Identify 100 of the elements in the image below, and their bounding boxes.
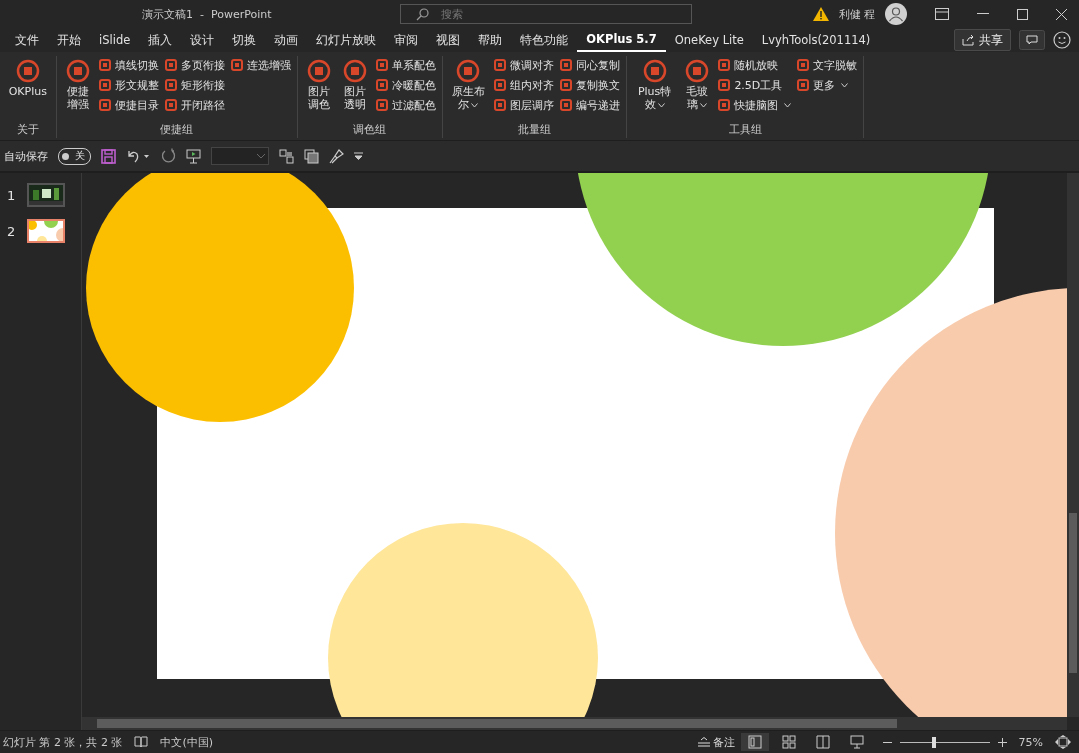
maximize-icon[interactable]: [1017, 8, 1028, 20]
group-icon[interactable]: [279, 148, 294, 164]
autosave-toggle[interactable]: 关: [58, 147, 91, 165]
group-label: 批量组: [516, 122, 552, 138]
ribbon-button[interactable]: 便捷增强: [62, 56, 93, 122]
horizontal-scrollbar[interactable]: [82, 717, 1067, 730]
view-icon[interactable]: [740, 733, 769, 751]
ribbon-button[interactable]: 图片调色: [303, 56, 334, 122]
ribbon-button[interactable]: 过滤配色: [375, 96, 436, 114]
zoom-in-icon[interactable]: [997, 737, 1007, 747]
ribbon-tab[interactable]: 设计: [181, 28, 224, 52]
ring-icon: [14, 58, 41, 84]
search-field[interactable]: 搜索: [400, 4, 692, 24]
notes-icon: [697, 737, 710, 747]
group-label: 便捷组: [159, 122, 195, 138]
square-icon: [493, 99, 506, 111]
ring-icon: [641, 58, 668, 84]
save-icon[interactable]: [101, 148, 116, 164]
ribbon-button[interactable]: 文字脱敏: [797, 56, 858, 74]
comment-icon[interactable]: [1019, 30, 1045, 50]
ribbon-button[interactable]: 填线切换: [98, 56, 159, 74]
square-icon: [797, 59, 810, 71]
ribbon-button[interactable]: 原生布尔: [448, 56, 488, 122]
ribbon-tab[interactable]: 特色功能: [511, 28, 578, 52]
ribbon-button[interactable]: Plus特效: [632, 56, 677, 122]
ribbon-button[interactable]: 更多: [797, 76, 858, 94]
square-icon: [718, 79, 731, 91]
ribbon-button[interactable]: OKPlus: [6, 56, 50, 122]
undo-icon[interactable]: [126, 148, 150, 164]
ribbon-button[interactable]: 2.5D工具: [718, 76, 792, 94]
ribbon-tab[interactable]: 幻灯片放映: [307, 28, 386, 52]
square-icon: [493, 59, 506, 71]
notes-button[interactable]: 备注: [697, 734, 735, 750]
ribbon-button[interactable]: 多页衔接: [164, 56, 225, 74]
ring-icon: [341, 58, 368, 84]
group-label: 调色组: [352, 122, 388, 138]
vertical-scrollbar[interactable]: [1067, 173, 1079, 717]
ribbon-button[interactable]: 微调对齐: [493, 56, 554, 74]
share-icon: [962, 34, 975, 46]
ribbon-button[interactable]: 组内对齐: [493, 76, 554, 94]
ribbon-tab[interactable]: 视图: [427, 28, 470, 52]
ribbon-button[interactable]: 图片透明: [339, 56, 370, 122]
ribbon-button[interactable]: 矩形衔接: [164, 76, 225, 94]
slide-number: 2: [7, 223, 16, 239]
group-label: 关于: [15, 122, 40, 138]
ribbon-button[interactable]: 连选增强: [230, 56, 291, 74]
avatar-icon[interactable]: [885, 3, 907, 25]
square-icon: [559, 59, 572, 71]
ribbon-button[interactable]: 便捷目录: [98, 96, 159, 114]
fit-slide-icon[interactable]: [1055, 735, 1071, 749]
ribbon-button[interactable]: 随机放映: [718, 56, 792, 74]
ribbon-button[interactable]: 复制换文: [559, 76, 620, 94]
ring-icon: [305, 58, 332, 84]
ribbon-button[interactable]: 图层调序: [493, 96, 554, 114]
ribbon-button[interactable]: 冷暖配色: [375, 76, 436, 94]
caret-icon: [700, 102, 708, 108]
ribbon-tab[interactable]: 审阅: [385, 28, 428, 52]
redo-icon[interactable]: [160, 148, 176, 164]
customize-icon[interactable]: [354, 152, 363, 160]
ribbon-tab[interactable]: 开始: [48, 28, 90, 52]
zoom-slider-thumb[interactable]: [931, 736, 936, 748]
zoom-level[interactable]: 75%: [1018, 735, 1043, 749]
square-icon: [559, 99, 572, 111]
format-painter-icon[interactable]: [329, 148, 344, 164]
window-title: 演示文稿1 - PowerPoint: [142, 6, 273, 22]
ribbon-tab[interactable]: OneKey Lite: [665, 28, 753, 52]
ribbon-button[interactable]: 形文规整: [98, 76, 159, 94]
ribbon-button[interactable]: 快捷脑图: [718, 96, 792, 114]
smiley-icon[interactable]: [1053, 31, 1071, 49]
presentation-icon[interactable]: [186, 148, 201, 164]
square-icon: [375, 59, 388, 71]
slide-thumbnail[interactable]: [27, 183, 66, 207]
ribbon-tab[interactable]: 切换: [223, 28, 266, 52]
ribbon-tab[interactable]: 插入: [139, 28, 182, 52]
caret-icon: [471, 102, 479, 108]
ribbon-button[interactable]: 毛玻璃: [682, 56, 713, 122]
square-icon: [559, 79, 572, 91]
close-icon[interactable]: [1056, 8, 1067, 20]
arrange-icon[interactable]: [304, 148, 319, 164]
search-icon: [416, 7, 430, 21]
ribbon-tab[interactable]: iSlide: [90, 28, 140, 52]
ribbon-button[interactable]: 单系配色: [375, 56, 436, 74]
square-icon: [493, 79, 506, 91]
ribbon-tab[interactable]: 文件: [6, 28, 48, 52]
share-button[interactable]: 共享: [954, 29, 1011, 51]
slide-thumbnail[interactable]: [27, 219, 66, 243]
minimize-icon[interactable]: [977, 13, 989, 15]
language-label[interactable]: 中文(中国): [160, 734, 214, 750]
ribbon-display-icon[interactable]: [935, 8, 949, 20]
book-icon[interactable]: [134, 736, 149, 748]
ribbon-button[interactable]: 编号递进: [559, 96, 620, 114]
ribbon-tab[interactable]: 动画: [265, 28, 308, 52]
square-icon: [375, 99, 388, 111]
ribbon-button[interactable]: 同心复制: [559, 56, 620, 74]
ribbon-tab[interactable]: LvyhTools(201114): [752, 28, 880, 52]
caret-icon: [841, 82, 849, 88]
ribbon-button[interactable]: 开闭路径: [164, 96, 225, 114]
user-name[interactable]: 利健 程: [838, 6, 875, 22]
ring-icon: [64, 58, 91, 84]
ribbon-tab[interactable]: 帮助: [469, 28, 512, 52]
